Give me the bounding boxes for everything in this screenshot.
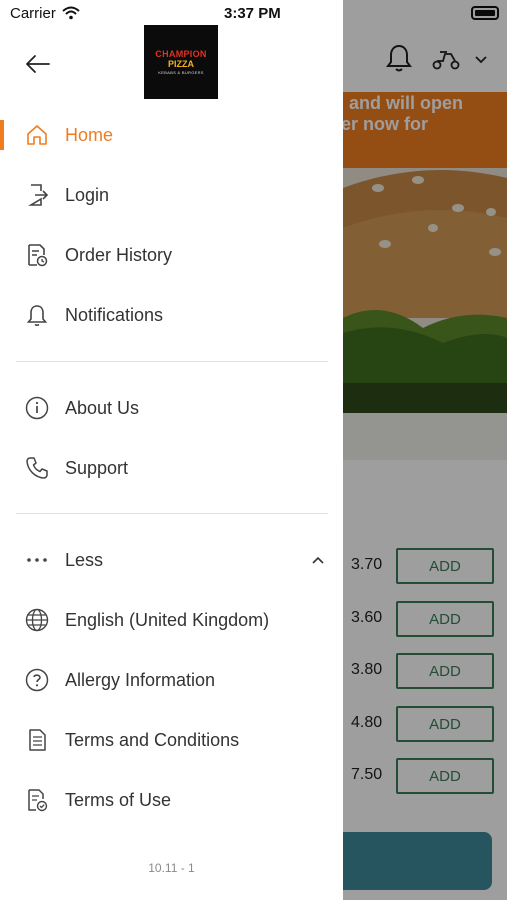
divider (16, 513, 328, 514)
globe-icon (25, 608, 49, 632)
menu-item-label: Terms of Use (65, 789, 172, 810)
menu-item-about-us[interactable]: About Us (0, 380, 343, 436)
status-time: 3:37 PM (224, 5, 281, 22)
document-check-icon (25, 788, 49, 812)
menu-item-label: Support (65, 457, 129, 478)
menu-item-terms-of-use[interactable]: Terms of Use (0, 772, 343, 828)
menu-item-terms-and-conditions[interactable]: Terms and Conditions (0, 712, 343, 768)
logo-line-3: KEBABS & BURGERS (158, 70, 204, 75)
back-button[interactable] (24, 50, 52, 78)
bell-icon (25, 303, 49, 327)
menu-item-home[interactable]: Home (0, 107, 343, 163)
logo-line-1: CHAMPION (155, 49, 207, 59)
app-version: 10.11 - 1 (148, 861, 195, 875)
info-icon (25, 396, 49, 420)
menu-item-language[interactable]: English (United Kingdom) (0, 592, 343, 648)
menu-item-label: Home (65, 124, 114, 145)
menu-item-label: Less (65, 549, 104, 570)
wifi-icon (62, 6, 80, 20)
menu-item-label: About Us (65, 397, 140, 418)
menu-item-less[interactable]: Less (0, 532, 343, 588)
arrow-left-icon (26, 55, 50, 73)
menu-item-support[interactable]: Support (0, 440, 343, 496)
menu-item-label: English (United Kingdom) (65, 609, 270, 630)
menu-item-label: Notifications (65, 304, 164, 325)
document-icon (25, 728, 49, 752)
carrier-label: Carrier (10, 5, 56, 22)
dim-overlay[interactable] (343, 0, 507, 900)
navigation-drawer: Carrier 3:37 PM CHAMPION PIZZA KEBABS & … (0, 0, 343, 900)
restaurant-logo: CHAMPION PIZZA KEBABS & BURGERS (144, 25, 218, 99)
menu-item-label: Allergy Information (65, 669, 216, 690)
menu-item-label: Login (65, 184, 110, 205)
question-icon (25, 668, 49, 692)
order-history-icon (25, 243, 49, 267)
menu-item-notifications[interactable]: Notifications (0, 287, 343, 343)
divider (16, 361, 328, 362)
phone-icon (25, 456, 49, 480)
home-icon (25, 123, 49, 147)
menu-item-label: Terms and Conditions (65, 729, 240, 750)
menu-item-allergy-information[interactable]: Allergy Information (0, 652, 343, 708)
menu-item-login[interactable]: Login (0, 167, 343, 223)
login-icon (25, 183, 49, 207)
chevron-up-icon (312, 556, 324, 564)
more-dots-icon (25, 548, 49, 572)
status-bar: Carrier 3:37 PM (0, 0, 343, 28)
logo-line-2: PIZZA (168, 59, 194, 69)
menu-item-label: Order History (65, 244, 173, 265)
menu-item-order-history[interactable]: Order History (0, 227, 343, 283)
